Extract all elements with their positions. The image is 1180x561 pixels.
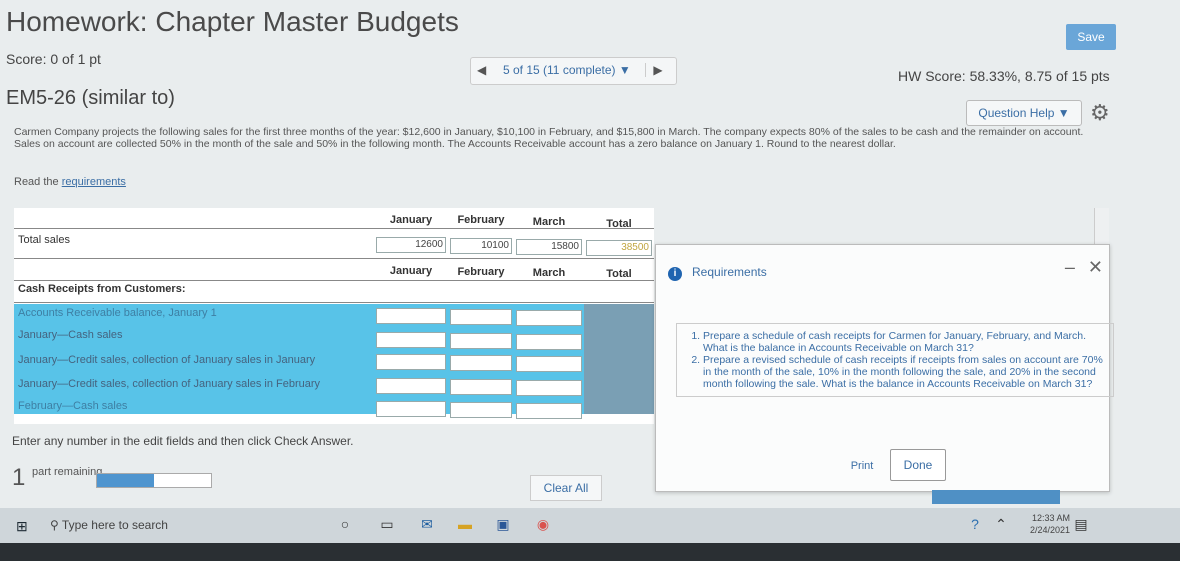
close-icon[interactable]: ✕ <box>1088 257 1103 277</box>
feb-cash-jan-input[interactable] <box>376 401 446 417</box>
requirements-list: Prepare a schedule of cash receipts for … <box>676 323 1114 397</box>
requirement-item-2: Prepare a revised schedule of cash recei… <box>703 354 1107 390</box>
hw-score: HW Score: 58.33%, 8.75 of 15 pts <box>898 68 1110 84</box>
jan-credit-feb-jan-input[interactable] <box>376 378 446 394</box>
col-march-2: March <box>532 267 566 279</box>
col-january: January <box>389 214 433 226</box>
total-sales-total: 38500 <box>586 240 652 256</box>
check-answer-strip[interactable] <box>932 490 1060 504</box>
jan-credit-feb-feb-input[interactable] <box>450 379 512 395</box>
enter-instructions: Enter any number in the edit fields and … <box>12 434 354 448</box>
previous-question-icon[interactable]: ◀ <box>477 63 491 77</box>
parts-remaining-count: 1 <box>12 464 26 491</box>
search-icon: ⚲ <box>50 518 59 532</box>
minimize-icon[interactable]: – <box>1065 257 1075 277</box>
total-sales-march: 15800 <box>516 239 582 255</box>
taskbar-search-placeholder: Type here to search <box>61 518 168 532</box>
jan-cash-jan-input[interactable] <box>376 332 446 348</box>
col-february-2: February <box>457 266 505 278</box>
clock-date: 2/24/2021 <box>1029 525 1070 535</box>
clock[interactable]: 12:33 AM 2/24/2021 <box>1030 512 1070 536</box>
mail-icon[interactable]: ✉ <box>418 515 436 533</box>
jan-cash-mar-input[interactable] <box>516 334 582 350</box>
col-january-2: January <box>389 265 433 277</box>
chevron-up-icon[interactable]: ⌃ <box>992 515 1010 533</box>
window-controls: – ✕ <box>1065 257 1103 278</box>
row-ar-balance: Accounts Receivable balance, January 1 <box>18 307 217 319</box>
score-text: Score: 0 of 1 pt <box>6 51 101 67</box>
clock-time: 12:33 AM <box>1031 513 1070 523</box>
jan-cash-feb-input[interactable] <box>450 333 512 349</box>
question-name: EM5-26 (similar to) <box>6 87 175 109</box>
clear-all-button[interactable]: Clear All <box>530 475 602 501</box>
gear-icon[interactable]: ⚙ <box>1090 100 1110 126</box>
page-title: Homework: Chapter Master Budgets <box>6 6 459 37</box>
ar-balance-jan-input[interactable] <box>376 308 446 324</box>
info-icon: i <box>668 267 682 281</box>
jan-credit-feb-mar-input[interactable] <box>516 380 582 396</box>
col-total-2: Total <box>606 268 632 280</box>
help-icon[interactable]: ? <box>966 515 984 533</box>
scrollbar[interactable] <box>1094 208 1109 244</box>
row-jan-cash: January—Cash sales <box>18 329 123 341</box>
requirements-header: i Requirements <box>668 265 767 281</box>
progress-bar <box>96 473 212 488</box>
jan-credit-jan-mar-input[interactable] <box>516 356 582 372</box>
print-button[interactable]: Print <box>844 455 880 477</box>
save-button[interactable]: Save <box>1066 24 1116 50</box>
ar-balance-mar-input[interactable] <box>516 310 582 326</box>
windows-start-icon[interactable]: ⊞ <box>16 518 28 535</box>
feb-cash-feb-input[interactable] <box>450 402 512 418</box>
requirements-link[interactable]: requirements <box>62 176 126 188</box>
col-march: March <box>532 216 566 228</box>
file-explorer-icon[interactable]: ▬ <box>456 515 474 533</box>
next-question-icon[interactable]: ▶ <box>645 63 670 77</box>
browser-icon[interactable]: ◉ <box>534 515 552 533</box>
requirements-title: Requirements <box>692 265 767 279</box>
taskbar-search[interactable]: ⚲ Type here to search <box>50 514 320 536</box>
row-feb-cash: February—Cash sales <box>18 400 128 412</box>
total-sales-label: Total sales <box>18 234 70 246</box>
app-icon[interactable]: ▣ <box>494 515 512 533</box>
cortana-icon[interactable]: ○ <box>336 515 354 533</box>
row-jan-credit-feb: January—Credit sales, collection of Janu… <box>18 378 321 390</box>
total-sales-january: 12600 <box>376 237 446 253</box>
row-jan-credit-jan: January—Credit sales, collection of Janu… <box>18 354 316 366</box>
section-label: Cash Receipts from Customers: <box>18 283 186 295</box>
screen-bezel <box>0 543 1180 561</box>
ar-balance-feb-input[interactable] <box>450 309 512 325</box>
requirement-item-1: Prepare a schedule of cash receipts for … <box>703 330 1107 354</box>
problem-text: Carmen Company projects the following sa… <box>14 126 1084 150</box>
question-help-button[interactable]: Question Help ▼ <box>966 100 1082 126</box>
read-prefix: Read the <box>14 176 59 188</box>
taskbar: ⊞ ⚲ Type here to search ○ ▭ ✉ ▬ ▣ ◉ ? ⌃ … <box>0 508 1180 543</box>
cash-receipts-table: January February March Total Total sales… <box>14 208 654 424</box>
done-button[interactable]: Done <box>890 449 946 481</box>
jan-credit-jan-feb-input[interactable] <box>450 355 512 371</box>
col-february: February <box>457 214 505 226</box>
notifications-icon[interactable]: ▤ <box>1072 515 1090 533</box>
question-progress-dropdown[interactable]: 5 of 15 (11 complete) ▼ <box>503 63 631 77</box>
read-requirements: Read the requirements <box>14 176 126 188</box>
jan-credit-jan-jan-input[interactable] <box>376 354 446 370</box>
total-sales-february: 10100 <box>450 238 512 254</box>
feb-cash-mar-input[interactable] <box>516 403 582 419</box>
question-navigator: ◀ 5 of 15 (11 complete) ▼ ▶ <box>470 57 677 85</box>
task-view-icon[interactable]: ▭ <box>378 515 396 533</box>
requirements-dialog: i Requirements – ✕ Prepare a schedule of … <box>655 244 1114 492</box>
